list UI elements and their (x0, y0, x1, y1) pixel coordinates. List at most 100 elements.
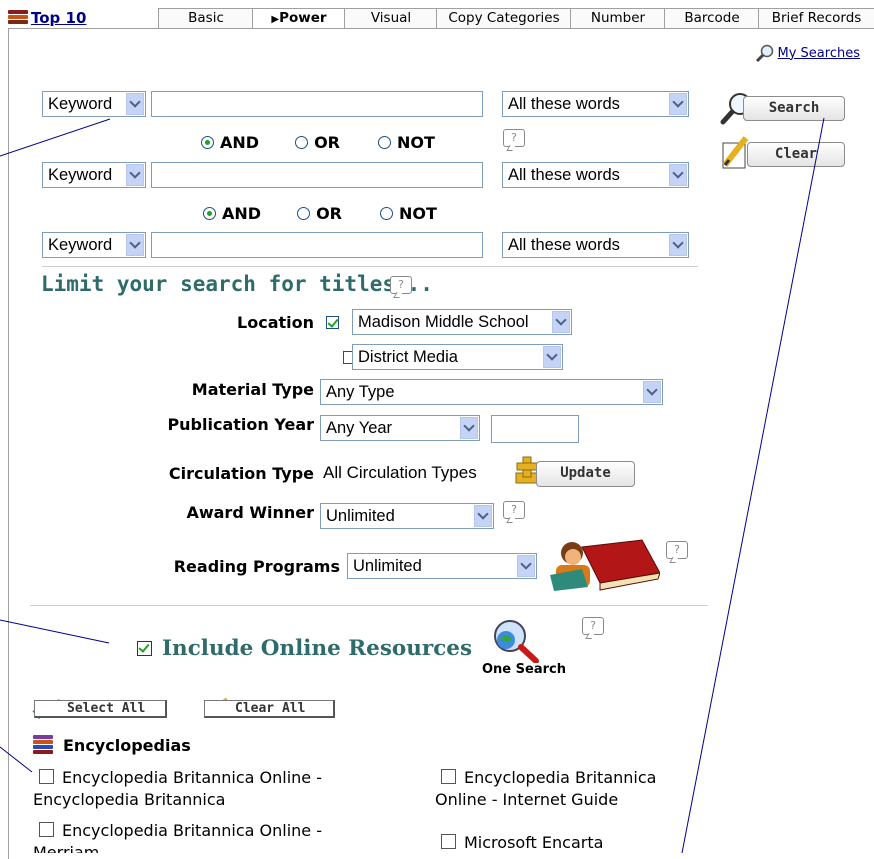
tab-barcode[interactable]: Barcode (664, 8, 760, 29)
tab-copy-categories[interactable]: Copy Categories (436, 8, 572, 29)
match-select-2[interactable]: All these words (502, 162, 689, 188)
radio-and-1[interactable] (201, 136, 214, 149)
publication-year-select[interactable]: Any Year (320, 415, 480, 441)
my-searches-label[interactable]: My Searches (778, 46, 860, 61)
chevron-down-icon (643, 381, 661, 403)
chevron-down-icon (669, 234, 687, 256)
encyclopedias-label: Encyclopedias (63, 735, 191, 755)
resource-checkbox[interactable] (39, 822, 54, 837)
chevron-down-icon (126, 164, 144, 186)
chevron-down-icon (126, 234, 144, 256)
and-label: AND (220, 133, 260, 152)
tab-power-label: Power (279, 10, 327, 26)
help-icon[interactable]: ? (503, 129, 525, 147)
help-icon[interactable]: ? (390, 276, 412, 294)
search-field-select-3[interactable]: Keyword (42, 232, 146, 258)
tab-basic[interactable]: Basic (158, 8, 254, 29)
chevron-down-icon (543, 346, 561, 368)
not-label: NOT (398, 204, 437, 223)
radio-not-1[interactable] (377, 136, 391, 149)
circulation-type-label: Circulation Type (168, 464, 314, 483)
radio-and-2[interactable] (203, 207, 216, 220)
resource-checkbox[interactable] (441, 834, 456, 849)
help-icon[interactable]: ? (582, 617, 604, 635)
or-label: OR (316, 204, 342, 223)
location1-checkbox[interactable] (326, 316, 339, 329)
award-winner-select[interactable]: Unlimited (320, 503, 494, 529)
resource-item[interactable]: Microsoft Encarta (435, 832, 735, 854)
books-icon (8, 10, 28, 26)
operator-row-1: AND OR NOT (201, 133, 435, 152)
operator-row-2: AND OR NOT (203, 204, 437, 223)
online-resources-checkbox[interactable] (137, 641, 152, 656)
resource-line2: Merriam... (33, 843, 115, 853)
reading-books-icon (550, 539, 660, 591)
triangle-right-icon: ▶ (271, 14, 280, 25)
resource-checkbox[interactable] (39, 769, 54, 784)
update-button[interactable]: Update (536, 461, 635, 487)
tab-visual[interactable]: Visual (344, 8, 438, 29)
resource-line1: Encyclopedia Britannica (464, 768, 657, 787)
tab-brief-records[interactable]: Brief Records (758, 8, 874, 29)
search-button[interactable]: Search (743, 96, 845, 121)
search-field-select-1[interactable]: Keyword (42, 91, 146, 117)
circulation-type-value: All Circulation Types (323, 463, 477, 482)
resource-line1: Encyclopedia Britannica Online - (62, 821, 322, 840)
match-select-1[interactable]: All these words (502, 91, 689, 117)
one-search-label: One Search (482, 662, 566, 677)
help-icon[interactable]: ? (503, 501, 525, 519)
reading-programs-label: Reading Programs (173, 557, 340, 576)
search-term-input-3[interactable] (151, 232, 483, 258)
chevron-down-icon (669, 164, 687, 186)
location2-select[interactable]: District Media (352, 344, 563, 370)
divider (30, 605, 708, 606)
resource-item[interactable]: Encyclopedia Britannica Online - Interne… (435, 767, 735, 811)
encyclopedias-category: Encyclopedias (33, 735, 191, 755)
resource-item[interactable]: Encyclopedia Britannica Online - Merriam… (33, 820, 393, 853)
radio-not-2[interactable] (379, 207, 393, 220)
material-type-select[interactable]: Any Type (320, 379, 663, 405)
help-icon[interactable]: ? (666, 541, 688, 559)
resource-line2: Encyclopedia Britannica (33, 790, 226, 809)
search-term-input-2[interactable] (151, 162, 483, 188)
one-search-icon (494, 620, 539, 663)
top10-label[interactable]: Top 10 (31, 9, 86, 27)
tab-number[interactable]: Number (570, 8, 666, 29)
online-resources-label: Include Online Resources (162, 636, 473, 661)
chevron-down-icon (552, 311, 570, 333)
or-label: OR (314, 133, 340, 152)
resource-item[interactable]: Encyclopedia Britannica Online - Encyclo… (33, 767, 393, 811)
my-searches-link[interactable]: My Searches (755, 44, 860, 62)
location1-select[interactable]: Madison Middle School (352, 309, 572, 335)
include-online-resources[interactable]: Include Online Resources (137, 636, 472, 661)
resource-line1: Encyclopedia Britannica Online - (62, 768, 322, 787)
radio-or-2[interactable] (297, 207, 311, 220)
tab-power[interactable]: ▶Power (252, 8, 346, 29)
clear-all-button[interactable]: Clear All (204, 700, 335, 718)
chevron-down-icon (669, 93, 687, 115)
search-term-input-1[interactable] (151, 91, 483, 117)
match-select-3[interactable]: All these words (502, 232, 689, 258)
reading-programs-select[interactable]: Unlimited (347, 553, 537, 579)
top10-link[interactable]: Top 10 (8, 9, 86, 27)
chevron-down-icon (460, 417, 478, 439)
divider (42, 266, 698, 267)
not-label: NOT (396, 133, 435, 152)
clear-button[interactable]: Clear (747, 142, 845, 167)
publication-year-input[interactable] (491, 415, 579, 443)
award-winner-label: Award Winner (186, 503, 314, 522)
radio-or-1[interactable] (295, 136, 309, 149)
resource-line1: Microsoft Encarta (464, 833, 604, 852)
search-field-select-2[interactable]: Keyword (42, 162, 146, 188)
resource-checkbox[interactable] (441, 769, 456, 784)
select-all-button[interactable]: Select All (34, 700, 167, 718)
chevron-down-icon (474, 505, 492, 527)
magnifier-icon (755, 44, 773, 62)
location-label: Location (237, 313, 314, 332)
and-label: AND (222, 204, 262, 223)
resource-line2: Online - Internet Guide (435, 790, 619, 809)
chevron-down-icon (126, 93, 144, 115)
limit-heading: Limit your search for titles... (41, 272, 433, 296)
chevron-down-icon (517, 555, 535, 577)
material-type-label: Material Type (191, 380, 314, 399)
